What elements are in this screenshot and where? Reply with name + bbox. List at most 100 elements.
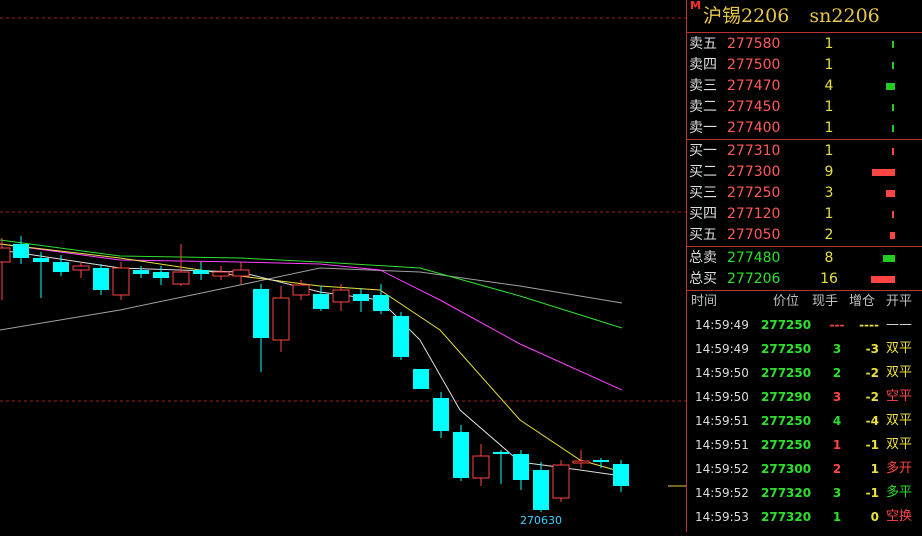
candle[interactable] [133,270,149,274]
candle[interactable] [172,271,190,285]
candle[interactable] [153,272,169,278]
tick-price: 277320 [761,486,812,500]
bid-volume: 1 [824,143,834,159]
bid-label: 买一 [689,143,717,159]
bid-book: 买一 277310 1 买二 277300 9 买三 277250 3 买四 277120 1 … [687,140,922,247]
tick-type: 空平 [885,389,912,404]
ask-row[interactable]: 卖二 277450 1 [687,97,922,118]
total-buy-row[interactable]: 总买 277206 16 [687,269,922,290]
tick-oi-change: 1 [870,462,879,476]
candle[interactable] [232,269,250,277]
volume-bar [890,232,895,239]
bid-volume: 3 [824,185,834,201]
candle[interactable] [472,455,490,479]
bid-row[interactable]: 买二 277300 9 [687,162,922,183]
tick-type: 双平 [885,413,912,428]
bid-row[interactable]: 买三 277250 3 [687,183,922,204]
ask-row[interactable]: 卖三 277470 4 [687,76,922,97]
candle[interactable] [0,247,11,263]
bid-price: 277050 [727,227,781,243]
tick-volume: 3 [832,486,842,500]
candle[interactable] [13,244,29,258]
candle[interactable] [613,464,629,486]
volume-bar [883,255,895,262]
volume-bar [886,83,895,90]
tick-row[interactable]: 14:59:49 277250 3 -3 双平 [687,337,922,361]
ask-row[interactable]: 卖四 277500 1 [687,55,922,76]
quote-panel: M 沪锡2206 sn2206 卖五 277580 1 卖四 277500 1 卖三 27… [686,0,922,532]
bid-row[interactable]: 买四 277120 1 [687,204,922,225]
ask-price: 277470 [727,78,781,94]
tick-row[interactable]: 14:59:52 277300 2 1 多开 [687,457,922,481]
tick-row[interactable]: 14:59:52 277320 3 -1 多平 [687,481,922,505]
tick-price: 277300 [761,462,812,476]
tick-time: 14:59:49 [695,318,749,332]
total-price: 277480 [727,250,781,266]
tick-volume: 3 [832,342,842,356]
candle[interactable] [433,398,449,431]
tick-price: 277250 [761,342,812,356]
tick-time: 14:59:49 [695,342,749,356]
candle[interactable] [513,454,529,480]
candle[interactable] [272,297,290,341]
candle[interactable] [72,265,90,271]
candle[interactable] [552,464,570,499]
tick-row[interactable]: 14:59:51 277250 1 -1 双平 [687,433,922,457]
ma20-line [0,243,623,391]
tick-type: 多开 [885,461,912,476]
tick-time: 14:59:53 [695,510,749,524]
tick-type: —— [886,317,912,332]
tick-type: 双平 [885,437,912,452]
tick-time: 14:59:50 [695,366,749,380]
col-oi-change: 增仓 [849,294,876,309]
ask-volume: 1 [824,120,834,136]
candle[interactable] [332,289,350,303]
bid-row[interactable]: 买一 277310 1 [687,141,922,162]
candle[interactable] [493,452,509,454]
tick-type: 双平 [885,365,912,380]
candle[interactable] [533,470,549,510]
ask-label: 卖四 [689,57,717,73]
candle[interactable] [313,294,329,309]
volume-bar [892,211,894,218]
candle[interactable] [353,294,369,301]
candle[interactable] [112,267,130,296]
total-sell-row[interactable]: 总卖 277480 8 [687,248,922,269]
tick-volume: 1 [832,438,842,452]
tick-price: 277250 [761,414,812,428]
ask-label: 卖三 [689,78,717,94]
bid-row[interactable]: 买五 277050 2 [687,225,922,246]
tick-list[interactable]: 14:59:49 277250 --- ---- —— 14:59:49 277250 3 -3… [687,313,922,529]
bid-price: 277300 [727,164,781,180]
candle[interactable] [292,284,310,296]
ask-row[interactable]: 卖五 277580 1 [687,34,922,55]
tick-row[interactable]: 14:59:49 277250 --- ---- —— [687,313,922,337]
tick-row[interactable]: 14:59:53 277320 1 0 空换 [687,505,922,529]
candle[interactable] [572,460,590,464]
kline-chart[interactable]: 270630 [0,0,686,532]
candle[interactable] [373,295,389,311]
tick-row[interactable]: 14:59:50 277290 3 -2 空平 [687,385,922,409]
volume-bar [871,276,895,283]
tick-type: 多平 [885,485,912,500]
col-type: 开平 [886,294,913,309]
candle[interactable] [93,268,109,290]
tick-time: 14:59:52 [695,486,749,500]
ask-row[interactable]: 卖一 277400 1 [687,118,922,139]
candle[interactable] [53,262,69,272]
candle[interactable] [413,369,429,389]
candle[interactable] [253,289,269,338]
ask-volume: 4 [824,78,834,94]
candle[interactable] [453,432,469,478]
candle[interactable] [33,258,49,262]
tick-row[interactable]: 14:59:51 277250 4 -4 双平 [687,409,922,433]
candle[interactable] [212,271,230,277]
volume-bar [892,62,894,69]
tick-row[interactable]: 14:59:50 277250 2 -2 双平 [687,361,922,385]
kline-svg[interactable]: 270630 [0,0,686,532]
ask-price: 277580 [727,36,781,52]
candle[interactable] [193,270,209,274]
total-label: 总买 [689,271,717,287]
candle[interactable] [393,316,409,357]
candle[interactable] [593,460,609,462]
